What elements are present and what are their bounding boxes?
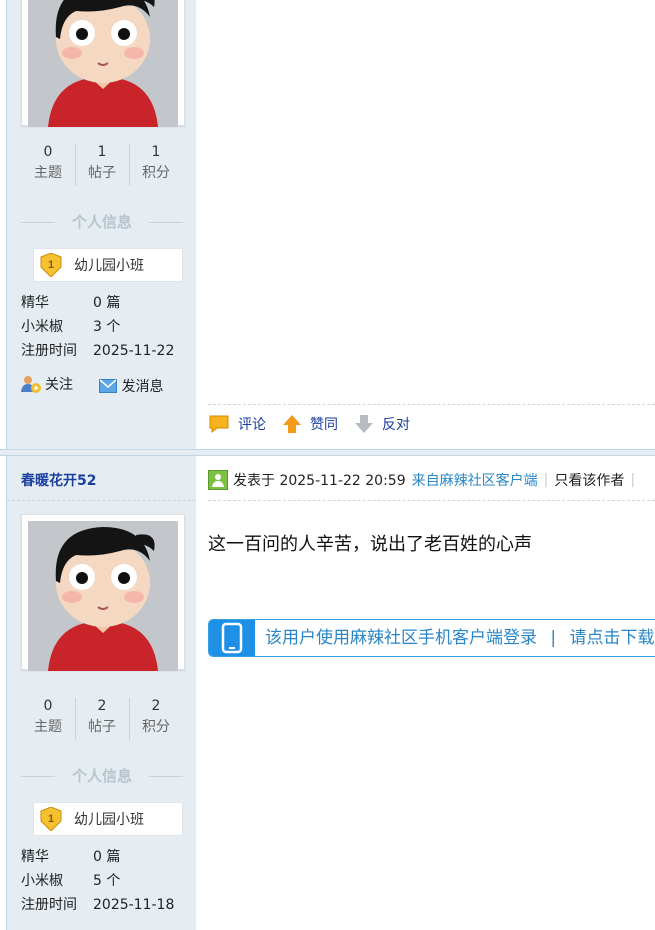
detail-value: 0 篇	[93, 295, 121, 311]
user-stats: 0 主题 1 帖子 1 积分	[21, 142, 183, 188]
oppose-button[interactable]: 反对	[354, 414, 410, 434]
detail-value: 0 篇	[93, 849, 121, 865]
message-button[interactable]: 发消息	[99, 376, 163, 396]
personal-info-heading: 个人信息	[21, 211, 183, 232]
detail-key: 精华	[21, 295, 49, 311]
stat-label: 帖子	[88, 719, 116, 735]
rank-label: 幼儿园小班	[74, 812, 144, 828]
divider	[208, 404, 655, 405]
thumb-down-arrow-icon	[355, 415, 373, 433]
medal-icon	[40, 253, 62, 277]
user-details: 精华 0 篇 小米椒 3 个 注册时间 2025-11-22	[21, 291, 174, 363]
oppose-label: 反对	[382, 417, 410, 433]
meta-divider-cut: |	[630, 472, 636, 488]
user-stats: 0 主题 2 帖子 2 积分	[21, 696, 183, 742]
banner-text: 该用户使用麻辣社区手机客户端登录 | 请点击下载	[265, 620, 655, 656]
post1-main: 评论 赞同 反对	[196, 0, 655, 450]
detail-key: 小米椒	[21, 319, 63, 335]
user-actions: 关注 发消息	[21, 374, 185, 397]
envelope-icon	[99, 379, 118, 393]
avatar-frame	[21, 0, 185, 127]
stat-value: 0	[43, 144, 53, 160]
stat-value: 1	[97, 144, 107, 160]
avatar[interactable]	[28, 521, 178, 671]
stat-value: 0	[43, 698, 53, 714]
detail-key: 精华	[21, 849, 49, 865]
detail-value: 2025-11-18	[93, 897, 175, 913]
rank-label: 幼儿园小班	[74, 258, 144, 274]
meta-divider: |	[543, 472, 549, 488]
medal-icon	[40, 807, 62, 831]
detail-row-pepper: 小米椒 5 个	[21, 869, 174, 893]
follow-label: 关注	[45, 377, 73, 393]
detail-value: 5 个	[93, 873, 121, 889]
post-actions: 评论 赞同 反对	[208, 414, 426, 434]
divider	[7, 500, 196, 501]
detail-key: 注册时间	[21, 343, 77, 359]
mobile-client-banner[interactable]: 该用户使用麻辣社区手机客户端登录 | 请点击下载	[208, 619, 655, 657]
stat-value: 2	[151, 698, 161, 714]
stat-label: 积分	[142, 719, 170, 735]
stat-value: 2	[97, 698, 107, 714]
detail-key: 注册时间	[21, 897, 77, 913]
username[interactable]: 春暖花开52	[21, 470, 96, 490]
stat-value: 1	[151, 144, 161, 160]
stat-posts[interactable]: 1 帖子	[75, 142, 129, 188]
detail-row-register: 注册时间 2025-11-18	[21, 893, 174, 917]
post-time: 发表于 2025-11-22 20:59	[233, 473, 406, 489]
stat-topics[interactable]: 0 主题	[21, 142, 75, 188]
follow-icon	[21, 376, 41, 393]
only-author-link[interactable]: 只看该作者	[554, 470, 624, 490]
rank-badge[interactable]: 幼儿园小班	[33, 802, 183, 836]
phone-icon-box	[209, 620, 255, 656]
avatar[interactable]	[28, 0, 178, 127]
post2-sidebar: 春暖花开52 0 主题 2 帖子 2 积分 个人信息 幼儿园小班 精华 0 篇 小…	[6, 456, 197, 930]
post1-sidebar: 0 主题 1 帖子 1 积分 个人信息 幼儿园小班 精华 0 篇 小米椒 3 个 注…	[6, 0, 197, 450]
stat-topics[interactable]: 0 主题	[21, 696, 75, 742]
phone-icon	[221, 622, 243, 654]
post2-main: 发表于 2025-11-22 20:59 来自麻辣社区客户端 | 只看该作者 |…	[196, 456, 655, 930]
banner-text-login: 该用户使用麻辣社区手机客户端登录	[265, 628, 537, 648]
post-content: 这一百问的人辛苦，说出了老百姓的心声	[208, 534, 532, 555]
user-details: 精华 0 篇 小米椒 5 个 注册时间 2025-11-18	[21, 845, 174, 917]
comment-button[interactable]: 评论	[208, 414, 266, 434]
agree-button[interactable]: 赞同	[282, 414, 338, 434]
personal-info-heading: 个人信息	[21, 765, 183, 786]
stat-label: 主题	[34, 719, 62, 735]
comment-label: 评论	[238, 417, 266, 433]
stat-label: 帖子	[88, 165, 116, 181]
client-source-link[interactable]: 来自麻辣社区客户端	[412, 470, 538, 490]
detail-value: 3 个	[93, 319, 121, 335]
comment-icon	[209, 415, 229, 434]
divider	[208, 500, 655, 501]
detail-key: 小米椒	[21, 873, 63, 889]
detail-row-pepper: 小米椒 3 个	[21, 315, 174, 339]
post-meta: 发表于 2025-11-22 20:59 来自麻辣社区客户端 | 只看该作者 |	[208, 470, 641, 490]
stat-label: 主题	[34, 165, 62, 181]
download-link[interactable]: 请点击下载	[570, 628, 655, 648]
agree-label: 赞同	[310, 417, 338, 433]
online-status-icon	[208, 470, 228, 490]
detail-row-register: 注册时间 2025-11-22	[21, 339, 174, 363]
detail-row-digest: 精华 0 篇	[21, 845, 174, 869]
message-label: 发消息	[121, 379, 164, 395]
rank-badge[interactable]: 幼儿园小班	[33, 248, 183, 282]
post-separator	[0, 449, 655, 456]
detail-row-digest: 精华 0 篇	[21, 291, 174, 315]
detail-value: 2025-11-22	[93, 343, 175, 359]
avatar-frame	[21, 514, 185, 671]
stat-points[interactable]: 2 积分	[129, 696, 183, 742]
follow-button[interactable]: 关注	[21, 374, 73, 394]
thumb-up-arrow-icon	[283, 415, 301, 433]
stat-posts[interactable]: 2 帖子	[75, 696, 129, 742]
stat-points[interactable]: 1 积分	[129, 142, 183, 188]
banner-divider: |	[550, 628, 557, 648]
stat-label: 积分	[142, 165, 170, 181]
